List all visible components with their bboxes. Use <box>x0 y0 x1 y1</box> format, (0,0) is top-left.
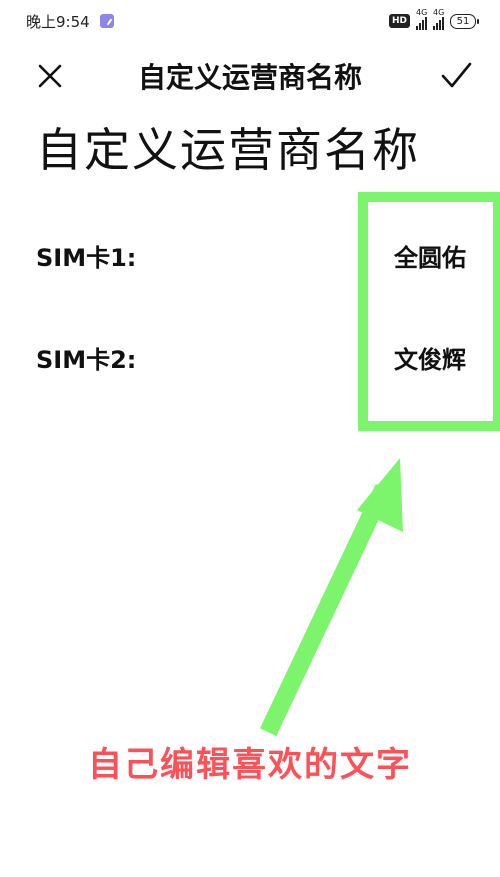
signal-icon-sim2: 4G <box>433 8 444 30</box>
check-icon <box>441 62 472 88</box>
battery-icon: 51 <box>450 13 479 29</box>
status-time: 晚上9:54 <box>26 13 90 31</box>
sim2-label: SIM卡2: <box>36 346 137 374</box>
status-bar: 晚上9:54 HD 4G 4G 51 <box>0 0 500 44</box>
confirm-button[interactable] <box>436 58 476 98</box>
annotation-caption: 自己编辑喜欢的文字 <box>88 745 412 785</box>
signal-icon-sim1: 4G <box>416 8 427 30</box>
hd-icon: HD <box>388 14 410 28</box>
status-indicators: HD 4G 4G 51 <box>388 8 479 30</box>
title-bar: 自定义运营商名称 <box>0 48 500 104</box>
sim1-label: SIM卡1: <box>36 244 137 272</box>
app-notification-icon <box>100 14 114 28</box>
page-title: 自定义运营商名称 <box>137 61 362 94</box>
highlight-box <box>358 192 500 431</box>
page-heading: 自定义运营商名称 <box>36 123 420 177</box>
